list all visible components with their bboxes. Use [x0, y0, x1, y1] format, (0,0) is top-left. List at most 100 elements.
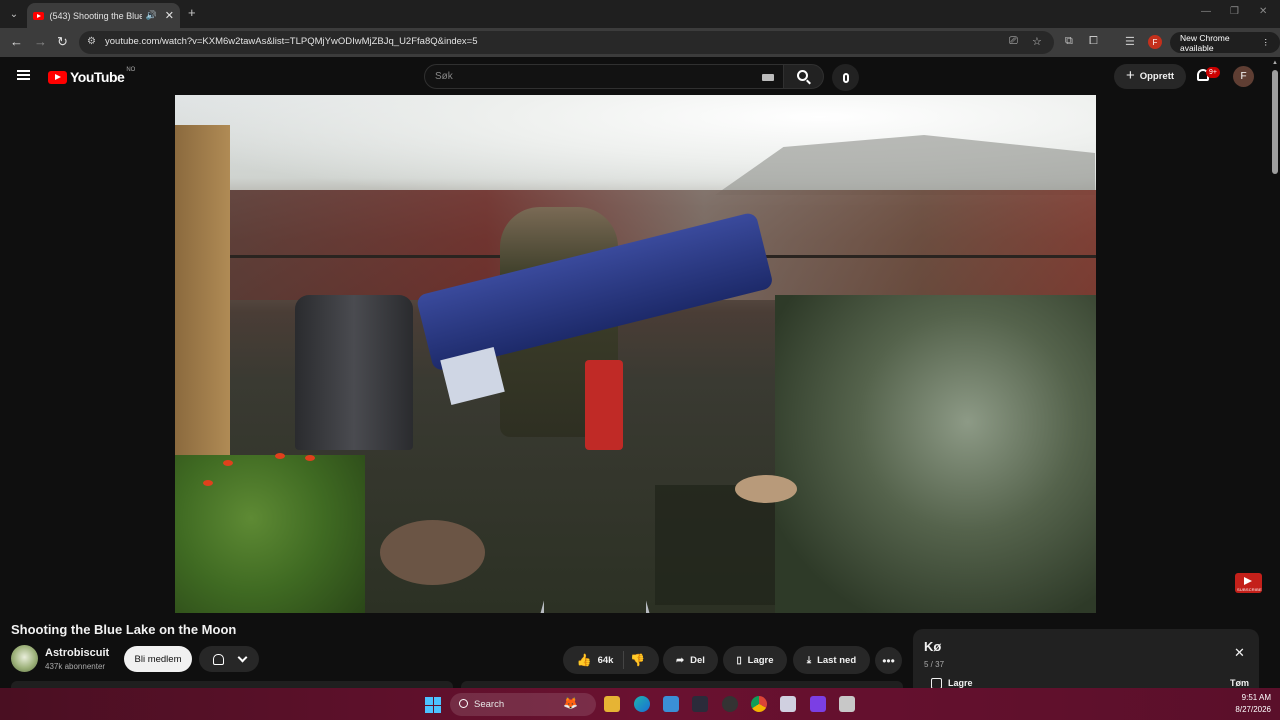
file-explorer-icon[interactable] [604, 696, 620, 712]
tab-close-icon[interactable]: ✕ [165, 9, 174, 22]
video-scene-flower [203, 480, 213, 486]
forward-icon[interactable]: → [34, 34, 47, 49]
extensions-icon[interactable]: ⧠ [1089, 35, 1098, 48]
download-icon: ⤓ [806, 654, 812, 666]
reload-icon[interactable]: ↻ [57, 34, 68, 50]
cast-icon[interactable]: ⎚ [1009, 35, 1018, 48]
download-button[interactable]: ⤓ Last ned [793, 646, 870, 674]
like-count: 64k [597, 654, 614, 666]
description-box-edge [11, 681, 453, 688]
search-icon [459, 699, 468, 708]
app-icon[interactable] [810, 696, 826, 712]
share-arrow-icon: ➦ [676, 654, 685, 666]
account-avatar[interactable]: F [1233, 66, 1254, 87]
watermark-text: SUBSCRIBE [1237, 587, 1262, 592]
more-actions-button[interactable]: ••• [875, 647, 902, 674]
video-scene-tripod [540, 435, 650, 613]
bell-icon [212, 653, 224, 665]
new-tab-icon[interactable]: + [188, 5, 196, 20]
search-icon [797, 70, 808, 81]
address-bar[interactable]: ⚙ youtube.com/watch?v=KXM6w2tawAs&list=T… [79, 31, 1054, 54]
taskbar-search[interactable]: Search 🦊 [450, 693, 596, 716]
search-button[interactable] [783, 64, 824, 89]
create-label: Opprett [1139, 71, 1175, 82]
queue-clear-button[interactable]: Tøm [1230, 678, 1249, 688]
more-horizontal-icon: ••• [882, 653, 895, 668]
subscribe-watermark[interactable]: SUBSCRIBE [1235, 573, 1262, 593]
video-scene-flower [305, 455, 315, 461]
search-placeholder: Søk [435, 71, 453, 82]
chrome-icon[interactable] [751, 696, 767, 712]
country-code: NO [126, 67, 136, 73]
share-label: Del [690, 654, 705, 666]
thumbs-down-icon[interactable]: 👎 [630, 653, 645, 667]
share-button[interactable]: ➦ Del [663, 646, 718, 674]
subscription-bell-button[interactable] [199, 646, 259, 672]
restore-icon[interactable]: ❐ [1230, 6, 1239, 17]
new-chrome-available-button[interactable]: New Chrome available ⋮ [1170, 32, 1280, 53]
browser-tab-strip: ⌄ (543) Shooting the Blue Lake on the Mo… [0, 0, 1280, 28]
video-title: Shooting the Blue Lake on the Moon [11, 622, 237, 637]
browser-tab-active[interactable]: (543) Shooting the Blue Lake on the Moon… [27, 3, 180, 28]
plus-icon: + [1125, 67, 1135, 84]
channel-name[interactable]: Astrobiscuit [45, 647, 109, 659]
queue-save-label[interactable]: Lagre [948, 678, 973, 688]
comments-box-edge [461, 681, 903, 688]
channel-avatar[interactable] [11, 645, 38, 672]
obs-icon[interactable] [722, 696, 738, 712]
reading-list-icon[interactable]: ☰ [1125, 35, 1135, 48]
app-icon[interactable] [692, 696, 708, 712]
back-icon[interactable]: ← [10, 34, 23, 49]
kebab-menu-icon[interactable]: ⋮ [1262, 37, 1271, 48]
close-window-icon[interactable]: ✕ [1259, 6, 1267, 17]
save-button[interactable]: ▯ Lagre [723, 646, 787, 674]
youtube-wordmark: YouTube [70, 69, 125, 85]
app-icon[interactable] [839, 696, 855, 712]
notification-badge: 9+ [1206, 67, 1220, 78]
keyboard-icon[interactable] [762, 74, 774, 81]
tab-groups-icon[interactable]: ⧉ [1065, 35, 1073, 48]
search-input[interactable]: Søk [424, 64, 784, 89]
video-player[interactable] [175, 95, 1096, 613]
scroll-up-arrow-icon[interactable]: ▲ [1272, 60, 1278, 66]
youtube-favicon-icon [33, 11, 44, 20]
windows-taskbar: Search 🦊 [0, 688, 1280, 720]
close-icon[interactable]: ✕ [1234, 645, 1245, 661]
like-dislike-group: 👍 64k 👎 [563, 646, 659, 674]
create-button[interactable]: + Opprett [1114, 64, 1186, 89]
video-scene-mat [655, 485, 785, 605]
tab-audio-icon[interactable]: 🔊 [146, 10, 157, 21]
browser-profile-avatar[interactable]: F [1148, 35, 1162, 49]
app-icon[interactable] [663, 696, 679, 712]
scrollbar-thumb[interactable] [1272, 70, 1278, 174]
microphone-icon [842, 72, 849, 83]
bookmark-icon: ▯ [736, 654, 742, 666]
site-info-icon[interactable]: ⚙ [87, 36, 96, 47]
edge-browser-icon[interactable] [634, 696, 650, 712]
video-scene-plants-left [175, 455, 365, 613]
url-text: youtube.com/watch?v=KXM6w2tawAs&list=TLP… [105, 36, 478, 47]
youtube-play-logo-icon [48, 70, 67, 84]
clock-time[interactable]: 9:51 AM [1227, 693, 1271, 702]
new-chrome-label: New Chrome available [1180, 32, 1230, 53]
video-scene-stool [735, 475, 797, 503]
youtube-logo[interactable]: YouTube NO [48, 67, 136, 85]
tab-search-chevron-icon[interactable]: ⌄ [4, 4, 24, 24]
save-label: Lagre [747, 654, 774, 666]
clock-date[interactable]: 8/27/2026 [1227, 705, 1271, 714]
join-button[interactable]: Bli medlem [124, 646, 192, 672]
minimize-icon[interactable]: — [1201, 6, 1211, 17]
video-scene-stump [380, 520, 485, 585]
hamburger-menu-icon[interactable] [17, 70, 30, 80]
video-scene-bin [295, 295, 413, 450]
bookmark-star-icon[interactable]: ☆ [1032, 35, 1042, 48]
subscriber-count: 437k abonnenter [45, 662, 106, 671]
windows-start-icon[interactable] [425, 697, 441, 713]
chevron-down-icon [237, 652, 247, 662]
app-icon[interactable] [780, 696, 796, 712]
youtube-header: YouTube NO Søk + Opprett 9+ F [0, 57, 1270, 95]
browser-toolbar: ← → ↻ ⚙ youtube.com/watch?v=KXM6w2tawAs&… [0, 28, 1280, 57]
queue-title: Kø [924, 639, 942, 654]
voice-search-button[interactable] [832, 64, 859, 91]
like-button[interactable]: 👍 64k [577, 651, 625, 669]
